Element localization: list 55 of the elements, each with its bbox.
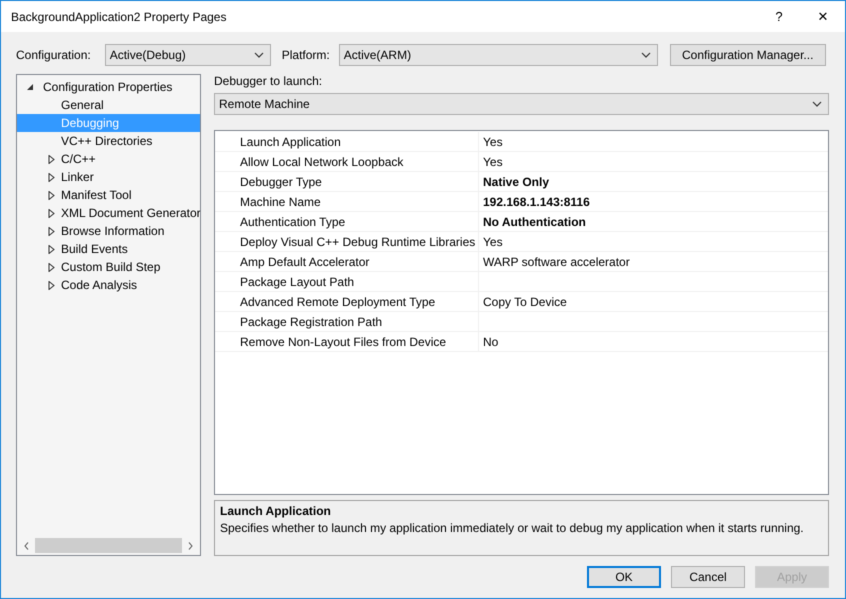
property-name[interactable]: Package Registration Path — [235, 312, 479, 331]
expanded-triangle-icon[interactable] — [26, 82, 35, 92]
dialog-button[interactable]: OK — [587, 566, 661, 588]
collapsed-triangle-icon[interactable] — [47, 208, 56, 218]
property-value[interactable]: Yes — [479, 152, 828, 171]
configuration-label: Configuration: — [16, 48, 91, 62]
property-name[interactable]: Package Layout Path — [235, 272, 479, 291]
property-value[interactable]: No Authentication — [479, 212, 828, 231]
configuration-dropdown[interactable]: Active(Debug) — [104, 44, 271, 66]
property-name[interactable]: Amp Default Accelerator — [235, 252, 479, 271]
tree-item[interactable]: Linker — [17, 168, 200, 186]
tree-item[interactable]: C/C++ — [17, 150, 200, 168]
property-name[interactable]: Authentication Type — [235, 212, 479, 231]
property-value[interactable]: 192.168.1.143:8116 — [479, 192, 828, 211]
property-value[interactable]: Yes — [479, 232, 828, 251]
scroll-left-icon[interactable] — [24, 542, 29, 550]
property-value[interactable]: Copy To Device — [479, 292, 828, 311]
property-value[interactable]: No — [479, 332, 828, 351]
property-name[interactable]: Deploy Visual C++ Debug Runtime Libraries — [235, 232, 479, 251]
scroll-right-icon[interactable] — [188, 542, 193, 550]
dialog-button[interactable]: Cancel — [671, 566, 745, 588]
collapsed-triangle-icon[interactable] — [47, 190, 56, 200]
property-value[interactable]: Yes — [479, 132, 828, 151]
platform-dropdown[interactable]: Active(ARM) — [338, 44, 658, 66]
help-button[interactable]: ? — [757, 1, 801, 32]
collapsed-triangle-icon[interactable] — [47, 280, 56, 290]
description-title: Launch Application — [220, 504, 332, 518]
collapsed-triangle-icon[interactable] — [47, 262, 56, 272]
tree-item[interactable]: Browse Information — [17, 222, 200, 240]
tree-item[interactable]: Custom Build Step — [17, 258, 200, 276]
property-name[interactable]: Allow Local Network Loopback — [235, 152, 479, 171]
property-name[interactable]: Advanced Remote Deployment Type — [235, 292, 479, 311]
property-name[interactable]: Machine Name — [235, 192, 479, 211]
property-name[interactable]: Debugger Type — [235, 172, 479, 191]
property-name[interactable]: Remove Non-Layout Files from Device — [235, 332, 479, 351]
description-text: Specifies whether to launch my application immediately or wait to debug my application when it starts running. — [220, 521, 805, 535]
debugger-dropdown[interactable]: Remote Machine — [214, 93, 829, 115]
tree-item[interactable]: Build Events — [17, 240, 200, 258]
collapsed-triangle-icon[interactable] — [47, 172, 56, 182]
collapsed-triangle-icon[interactable] — [47, 154, 56, 164]
tree-item[interactable]: VC++ Directories — [17, 132, 200, 150]
property-value[interactable]: Native Only — [479, 172, 828, 191]
configuration-manager-button[interactable]: Configuration Manager... — [670, 44, 826, 66]
tree-item[interactable]: Configuration Properties — [17, 78, 200, 96]
window-title: BackgroundApplication2 Property Pages — [11, 10, 228, 24]
platform-label: Platform: — [282, 48, 330, 62]
tree-item[interactable]: Manifest Tool — [17, 186, 200, 204]
property-value[interactable]: WARP software accelerator — [479, 252, 828, 271]
debugger-label: Debugger to launch: — [214, 74, 324, 88]
collapsed-triangle-icon[interactable] — [47, 244, 56, 254]
collapsed-triangle-icon[interactable] — [47, 226, 56, 236]
property-name[interactable]: Launch Application — [235, 132, 479, 151]
tree-item[interactable]: General — [17, 96, 200, 114]
tree-item[interactable]: Code Analysis — [17, 276, 200, 294]
close-button[interactable]: ✕ — [801, 1, 845, 32]
